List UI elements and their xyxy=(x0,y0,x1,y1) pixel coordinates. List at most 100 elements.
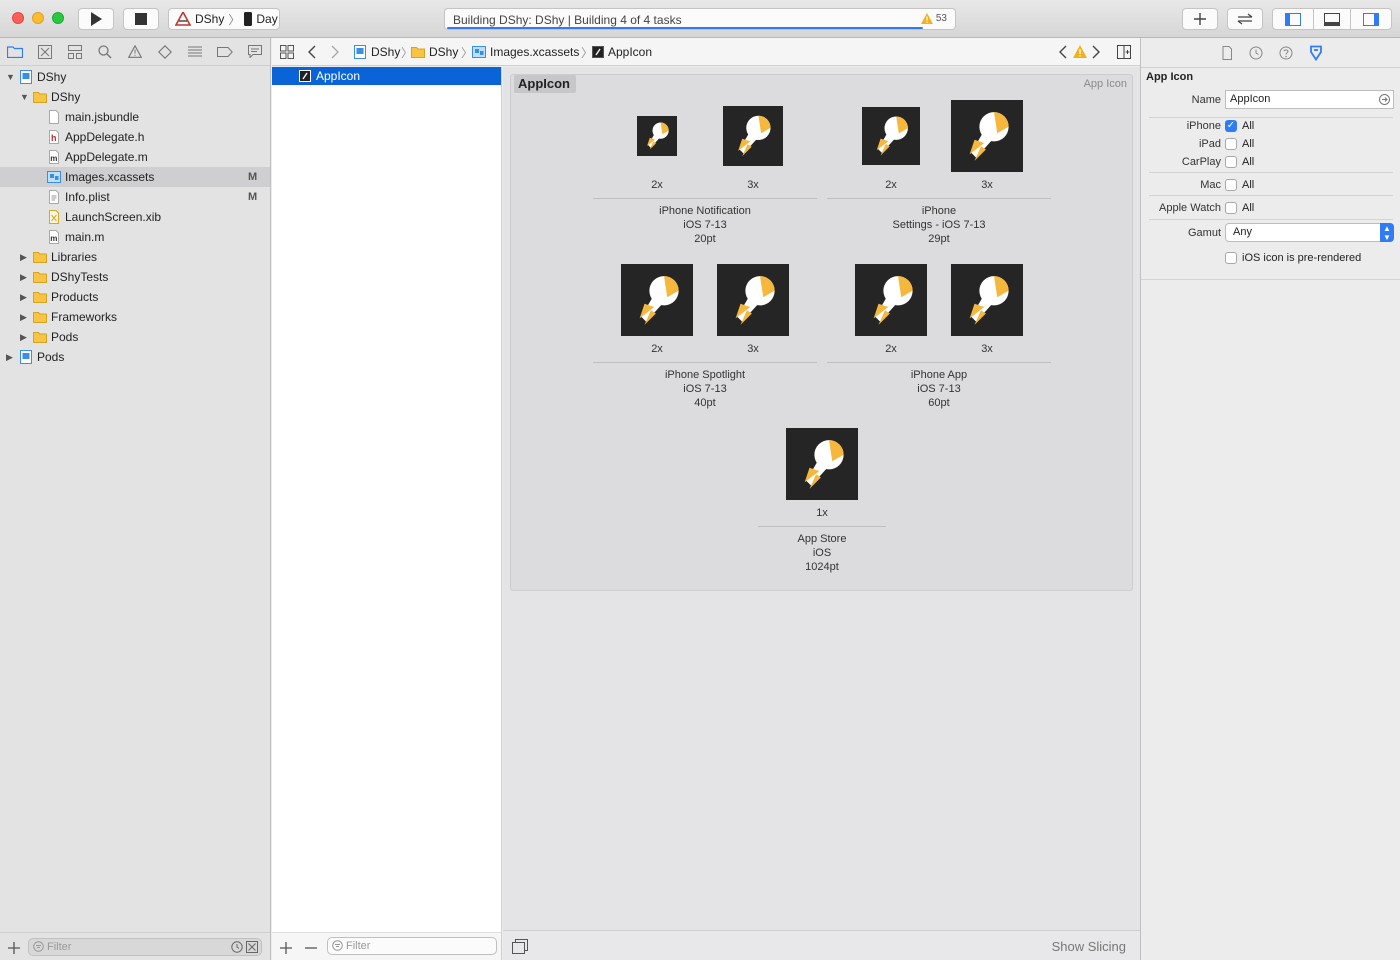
activity-viewer[interactable]: Building DShy: DShy | Building 4 of 4 ta… xyxy=(444,8,956,30)
add-asset-icon[interactable] xyxy=(280,942,292,954)
tree-item-group[interactable]: ▶ DShyTests xyxy=(0,267,270,287)
test-navigator-tab[interactable] xyxy=(156,43,174,61)
prerendered-checkbox[interactable] xyxy=(1225,252,1237,264)
mac-all-checkbox[interactable] xyxy=(1225,179,1237,191)
name-field[interactable]: AppIcon xyxy=(1225,90,1394,109)
related-items-icon[interactable] xyxy=(280,45,294,59)
tree-item-file[interactable]: main.jsbundle xyxy=(0,107,270,127)
warning-icon xyxy=(920,13,933,24)
scale-label: 3x xyxy=(747,343,759,355)
remove-asset-icon[interactable] xyxy=(305,947,317,949)
tree-item-file[interactable]: m AppDelegate.m xyxy=(0,147,270,167)
show-overview-icon[interactable] xyxy=(512,939,528,954)
toggle-debug-area-button[interactable] xyxy=(1313,8,1351,30)
attributes-inspector-icon[interactable] xyxy=(1308,45,1324,61)
source-control-tab[interactable] xyxy=(36,43,54,61)
asset-filter-input[interactable]: Filter xyxy=(327,937,497,955)
tree-item-group[interactable]: ▶ Pods xyxy=(0,327,270,347)
disclosure-closed-icon[interactable]: ▶ xyxy=(20,292,30,303)
back-arrow-icon[interactable] xyxy=(308,45,316,59)
breadcrumb-project[interactable]: DShy xyxy=(353,45,400,59)
recent-files-icon[interactable] xyxy=(231,941,243,953)
icon-well[interactable] xyxy=(862,107,920,165)
code-review-button[interactable] xyxy=(1227,8,1263,30)
symbol-navigator-tab[interactable] xyxy=(66,43,84,61)
file-inspector-icon[interactable] xyxy=(1219,45,1235,61)
library-button[interactable] xyxy=(1182,8,1218,30)
source-control-filter-icon[interactable] xyxy=(246,941,258,953)
filter-placeholder: Filter xyxy=(346,940,371,952)
tree-item-group[interactable]: ▼ DShy xyxy=(0,87,270,107)
minimize-window-button[interactable] xyxy=(32,12,44,24)
breakpoint-navigator-tab[interactable] xyxy=(216,43,234,61)
forward-arrow-icon[interactable] xyxy=(331,45,339,59)
tree-item-group[interactable]: ▶ Frameworks xyxy=(0,307,270,327)
tree-item-file[interactable]: Info.plist M xyxy=(0,187,270,207)
rocket-icon xyxy=(738,115,771,157)
debug-navigator-tab[interactable] xyxy=(186,43,204,61)
iphone-all-checkbox[interactable]: ✓ xyxy=(1225,120,1237,132)
icon-well[interactable] xyxy=(855,264,927,336)
description-line: 29pt xyxy=(928,233,950,245)
report-navigator-tab[interactable] xyxy=(246,43,264,61)
add-editor-icon[interactable] xyxy=(1117,45,1131,59)
tree-item-file[interactable]: h AppDelegate.h xyxy=(0,127,270,147)
disclosure-closed-icon[interactable]: ▶ xyxy=(20,252,30,263)
breadcrumb-asset-catalog[interactable]: Images.xcassets xyxy=(472,45,579,59)
quick-help-icon[interactable] xyxy=(1278,45,1294,61)
tree-item-file[interactable]: m main.m xyxy=(0,227,270,247)
history-inspector-icon[interactable] xyxy=(1248,45,1264,61)
apple-watch-all-checkbox[interactable] xyxy=(1225,202,1237,214)
scale-label: 3x xyxy=(981,179,993,191)
breadcrumb-appicon[interactable]: AppIcon xyxy=(592,45,652,59)
icon-well[interactable] xyxy=(621,264,693,336)
icon-well[interactable] xyxy=(951,100,1023,172)
tree-item-group[interactable]: ▶ Libraries xyxy=(0,247,270,267)
breadcrumb-group[interactable]: DShy xyxy=(411,45,458,59)
issue-navigator-tab[interactable] xyxy=(126,43,144,61)
disclosure-open-icon[interactable]: ▼ xyxy=(6,72,16,82)
close-window-button[interactable] xyxy=(12,12,24,24)
folder-icon xyxy=(33,332,47,343)
rocket-icon xyxy=(969,111,1009,161)
disclosure-closed-icon[interactable]: ▶ xyxy=(6,352,16,363)
tree-item-group[interactable]: ▶ Products xyxy=(0,287,270,307)
show-slicing-button[interactable]: Show Slicing xyxy=(1052,939,1126,954)
carplay-all-label: All xyxy=(1242,156,1255,168)
find-navigator-tab[interactable] xyxy=(96,43,114,61)
tree-item-file[interactable]: Images.xcassets M xyxy=(0,167,270,187)
disclosure-closed-icon[interactable]: ▶ xyxy=(20,312,30,323)
disclosure-open-icon[interactable]: ▼ xyxy=(20,92,30,102)
icon-well[interactable] xyxy=(637,116,677,156)
ipad-all-checkbox[interactable] xyxy=(1225,138,1237,150)
stop-button[interactable] xyxy=(123,8,159,30)
tree-item-project[interactable]: ▼ DShy xyxy=(0,67,270,87)
toggle-inspector-button[interactable] xyxy=(1350,8,1392,30)
warning-badge[interactable]: 53 xyxy=(920,13,947,24)
icon-well[interactable] xyxy=(717,264,789,336)
disclosure-closed-icon[interactable]: ▶ xyxy=(20,332,30,343)
mac-all-label: All xyxy=(1242,179,1255,191)
go-arrow-icon[interactable] xyxy=(1379,94,1390,105)
tree-item-project[interactable]: ▶ Pods xyxy=(0,347,270,367)
zoom-window-button[interactable] xyxy=(52,12,64,24)
stop-icon xyxy=(135,13,147,25)
tree-item-file[interactable]: LaunchScreen.xib xyxy=(0,207,270,227)
add-file-icon[interactable] xyxy=(8,942,20,954)
previous-issue-icon[interactable] xyxy=(1059,45,1067,59)
icon-well[interactable] xyxy=(723,106,783,166)
scale-label: 3x xyxy=(981,343,993,355)
icon-well[interactable] xyxy=(951,264,1023,336)
project-navigator-tab[interactable] xyxy=(6,43,24,61)
toggle-navigator-button[interactable] xyxy=(1272,8,1314,30)
asset-row-appicon[interactable]: AppIcon xyxy=(272,67,501,85)
gamut-select[interactable]: Any ▲ ▼ xyxy=(1225,223,1394,242)
icon-well[interactable] xyxy=(786,428,858,500)
scheme-selector[interactable]: DShy 〉 Day xyxy=(168,8,280,30)
carplay-all-checkbox[interactable] xyxy=(1225,156,1237,168)
next-issue-icon[interactable] xyxy=(1092,45,1100,59)
run-button[interactable] xyxy=(78,8,114,30)
disclosure-closed-icon[interactable]: ▶ xyxy=(20,272,30,283)
navigator-filter-input[interactable]: Filter xyxy=(28,938,262,956)
issue-warning-icon[interactable] xyxy=(1073,45,1087,58)
